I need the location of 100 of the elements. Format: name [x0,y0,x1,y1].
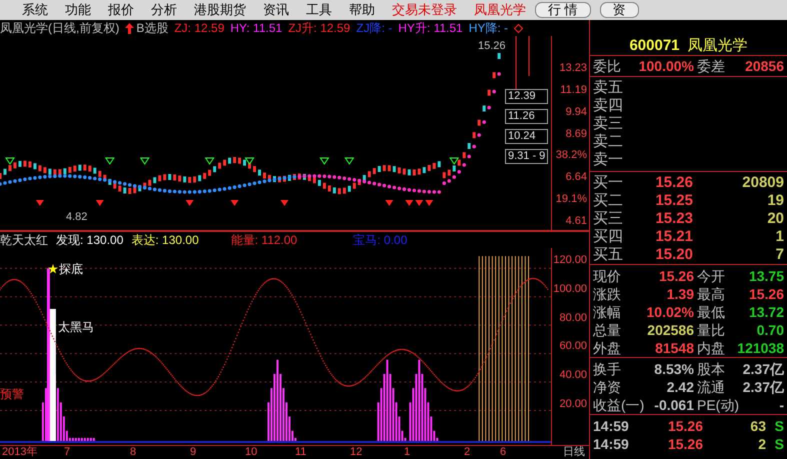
axis-label: 9.94 [566,106,587,119]
menu-item[interactable]: 报价 [108,0,134,20]
ask-label: 卖五 [593,79,623,96]
signal-label: 预警 [0,386,24,403]
star-icon [48,264,58,274]
low-price-label: 4.82 [66,210,88,225]
indicator-value: 能量: 112.00 [230,232,298,249]
bid-volume: 7 [774,246,784,264]
diamond-icon [514,24,524,32]
menu-item[interactable]: 交易未登录 [392,0,457,20]
ask-label: 卖一 [593,151,623,168]
axis-label: 20.00 [559,398,587,411]
ask-label: 卖三 [593,115,623,132]
tick-price: 15.26 [666,435,703,453]
fundamental-label: PE(动) [697,396,739,414]
menu-item[interactable]: 港股期货 [194,0,246,20]
axis-label: 13.23 [559,62,587,75]
menu-item[interactable]: 工具 [306,0,332,20]
legend-value: HY升: 11.51 [398,20,463,37]
toolbar-button[interactable]: 资 [600,2,639,18]
triangle-icon [385,200,394,206]
triangle-icon [5,158,15,165]
ratio-value: 100.00% [638,57,694,75]
quote-value: 15.26 [748,285,784,303]
up-arrow-icon [125,22,134,34]
tick-price: 15.26 [666,417,703,435]
price-tag: 11.26 [505,109,548,124]
axis-label: 60.00 [559,340,587,354]
bid-label: 买一 [593,174,624,192]
bid-label: 买四 [593,228,624,246]
date-label: 10 [245,446,258,459]
price-tag: 9.31 - 9 [505,149,548,164]
period-label: 日线 [563,446,585,459]
quote-value: 10.02% [646,303,694,321]
legend-value: HY: 11.51 [230,20,282,37]
axis-label: 4.61 [566,214,587,228]
axis-label: 38.2% [556,149,587,162]
date-label: 12 [350,446,362,459]
signal-label: B选股 [136,20,168,37]
triangle-icon [36,200,44,206]
menu-item[interactable]: 帮助 [349,0,375,20]
date-label: 11 [295,446,306,459]
menu-item[interactable]: 分析 [151,0,177,20]
triangle-icon [186,200,194,206]
date-label: 8 [130,446,136,459]
bid-label: 买二 [593,192,624,210]
tick-side: S [774,435,784,453]
axis-label: 8.69 [566,128,587,141]
fundamental-value: 2.42 [666,378,694,396]
signal-label: 探底 [59,261,83,278]
axis-label: 11.19 [560,84,587,97]
quote-label: 涨跌 [593,285,621,303]
menu-item[interactable]: 系统 [22,0,48,20]
ratio-value: 20856 [745,57,784,75]
price-tag: 10.24 [505,129,548,144]
fundamental-value: 8.53% [654,360,694,378]
axis-label: 100.00 [553,282,587,296]
quote-value: 13.72 [748,303,784,321]
menu-item[interactable]: 凤凰光学 [474,0,526,20]
bid-price: 15.20 [654,246,693,264]
bid-price: 15.25 [654,192,693,210]
quote-value: 81548 [655,339,694,357]
bid-label: 买三 [593,210,624,228]
quote-value: 1.39 [666,285,694,303]
indicator-value: 宝马: 0.00 [353,232,408,249]
toolbar-button[interactable]: 行 情 [535,2,591,18]
quote-value: 202586 [647,321,694,339]
triangle-icon [344,158,354,165]
axis-label: 120.00 [553,254,587,267]
date-label: 7 [64,446,70,459]
fundamental-value: - [779,396,784,414]
fundamental-label: 股本 [697,360,725,378]
quote-label: 最低 [697,303,725,321]
axis-label: 80.00 [559,312,587,325]
quote-label: 现价 [593,267,621,285]
triangle-icon [104,158,115,165]
bid-volume: 20809 [741,174,784,192]
quote-label: 总量 [593,321,621,339]
axis-label: 19.1% [556,193,587,206]
quote-value: 13.75 [748,267,784,285]
triangle-icon [280,200,288,206]
quote-label: 量比 [697,321,725,339]
menu-item[interactable]: 功能 [65,0,91,20]
ratio-label: 委比 [593,57,621,75]
ask-label: 卖二 [593,133,623,150]
fundamental-label: 换手 [593,360,621,378]
axis-label: 40.00 [559,369,587,382]
axis-label: 6.64 [566,171,587,184]
indicator-value: 发现: 130.00 [56,232,124,249]
quote-label: 内盘 [697,339,725,357]
ratio-label: 委差 [697,57,725,75]
bid-volume: 1 [774,228,784,246]
fundamental-value: 2.37亿 [742,378,784,396]
menu-item[interactable]: 资讯 [263,0,289,20]
fundamental-label: 收益(一) [593,396,644,414]
stock-code: 600071 [629,37,680,54]
bid-volume: 20 [766,210,784,228]
quote-label: 外盘 [593,339,621,357]
triangle-icon [230,200,239,206]
triangle-icon [204,158,215,165]
